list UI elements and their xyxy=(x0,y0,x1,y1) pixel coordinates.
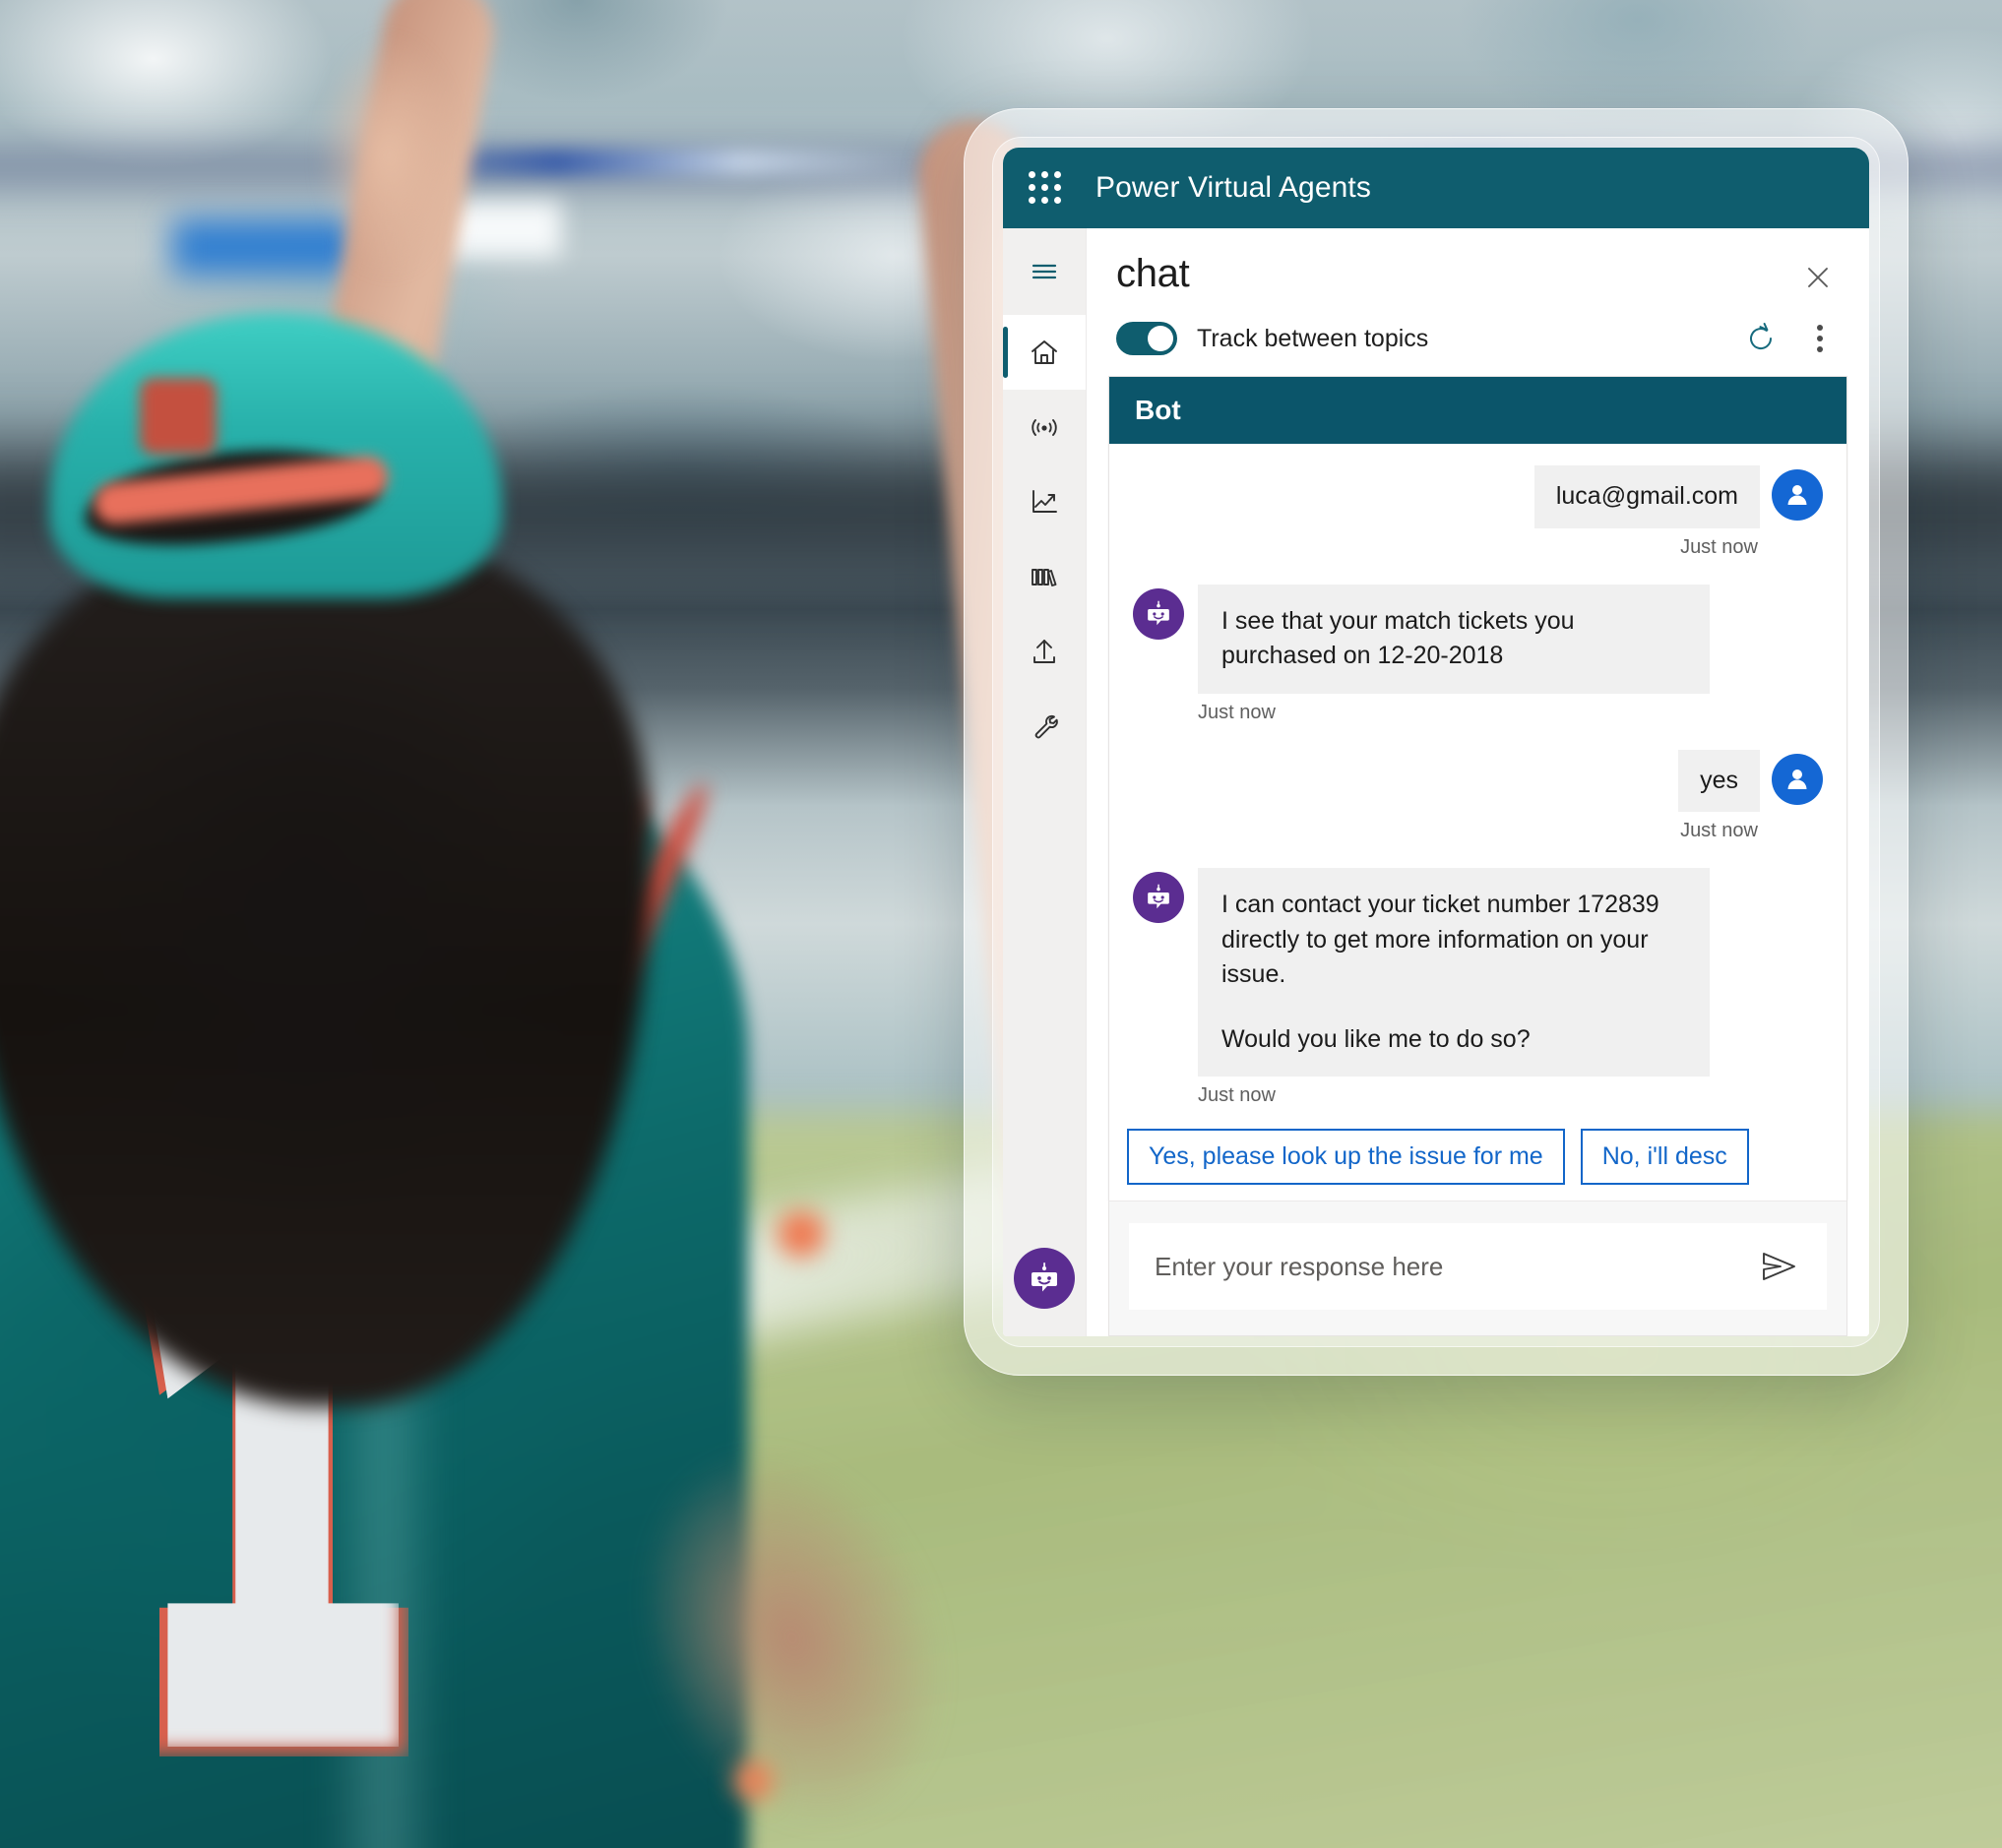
message-composer xyxy=(1108,1201,1847,1336)
bot-avatar-icon xyxy=(1133,587,1184,640)
send-paper-plane-icon[interactable] xyxy=(1758,1245,1801,1288)
fan-cap-logo xyxy=(140,378,217,455)
message-paragraph: I can contact your ticket number 172839 … xyxy=(1221,891,1659,988)
sidebar-item-home[interactable] xyxy=(1003,315,1086,390)
sidebar-item-analytics[interactable] xyxy=(1003,464,1086,539)
message-bubble: luca@gmail.com xyxy=(1533,465,1760,528)
more-vertical-dots-icon[interactable] xyxy=(1800,319,1840,358)
suggested-actions: Yes, please look up the issue for me No,… xyxy=(1109,1129,1846,1201)
message-timestamp: Just now xyxy=(1198,701,1276,723)
bot-conversation-card: Bot luca@gmail.com Just now I see that y… xyxy=(1108,376,1847,1201)
page-title: chat xyxy=(1116,252,1190,295)
message-row-bot: I can contact your ticket number 172839 … xyxy=(1133,868,1823,1077)
field-marker-orange-2 xyxy=(733,1761,773,1801)
message-timestamp: Just now xyxy=(1198,1084,1276,1106)
message-row-user: luca@gmail.com xyxy=(1133,465,1823,528)
app-title: Power Virtual Agents xyxy=(1095,171,1371,204)
refresh-circle-icon[interactable] xyxy=(1741,319,1781,358)
message-bubble: I can contact your ticket number 172839 … xyxy=(1198,868,1710,1077)
field-marker-orange xyxy=(778,1210,825,1258)
message-paragraph: Would you like me to do so? xyxy=(1221,1024,1531,1053)
app-launcher-grid-icon[interactable] xyxy=(1029,171,1062,205)
message-row-user: yes xyxy=(1133,749,1823,812)
chat-pane: chat Track between topics Bot luca@gmail… xyxy=(1086,228,1869,1336)
chat-pane-toolbar: Track between topics xyxy=(1087,299,1869,376)
suggestion-button-no[interactable]: No, i'll desc xyxy=(1580,1129,1749,1185)
sidebar-item-library[interactable] xyxy=(1003,539,1086,614)
hamburger-menu-icon[interactable] xyxy=(1003,234,1086,309)
message-bubble: yes xyxy=(1678,749,1760,812)
response-input[interactable] xyxy=(1155,1251,1742,1282)
bot-card-header: Bot xyxy=(1109,377,1846,444)
message-list: luca@gmail.com Just now I see that your … xyxy=(1109,444,1846,1129)
composer-input-wrapper xyxy=(1129,1223,1827,1310)
track-between-topics-label: Track between topics xyxy=(1197,324,1429,352)
message-row-bot: I see that your match tickets you purcha… xyxy=(1133,584,1823,694)
user-person-icon xyxy=(1772,753,1823,805)
sidebar-item-manage[interactable] xyxy=(1003,689,1086,764)
sidebar-item-publish[interactable] xyxy=(1003,614,1086,689)
bot-avatar-icon xyxy=(1133,872,1184,923)
app-topbar: Power Virtual Agents xyxy=(1003,148,1869,228)
app-body: chat Track between topics Bot luca@gmail… xyxy=(1003,228,1869,1336)
message-bubble: I see that your match tickets you purcha… xyxy=(1198,584,1710,694)
fan-left-hand xyxy=(295,0,482,285)
message-timestamp: Just now xyxy=(1680,535,1758,558)
message-timestamp: Just now xyxy=(1680,820,1758,841)
track-between-topics-toggle[interactable] xyxy=(1116,322,1177,355)
tablet-screen-bezel: Power Virtual Agents chat Track between … xyxy=(992,137,1880,1347)
chat-pane-header: chat xyxy=(1087,228,1869,299)
power-virtual-agents-app: Power Virtual Agents chat Track between … xyxy=(1003,148,1869,1336)
suggestion-button-yes[interactable]: Yes, please look up the issue for me xyxy=(1127,1129,1565,1185)
close-x-icon[interactable] xyxy=(1796,256,1840,299)
sidebar-item-topics[interactable] xyxy=(1003,390,1086,464)
left-navigation-rail xyxy=(1003,228,1086,1336)
user-person-icon xyxy=(1772,469,1823,521)
bot-launcher-button[interactable] xyxy=(1014,1248,1075,1309)
tablet-device-frame: Power Virtual Agents chat Track between … xyxy=(964,108,1908,1376)
